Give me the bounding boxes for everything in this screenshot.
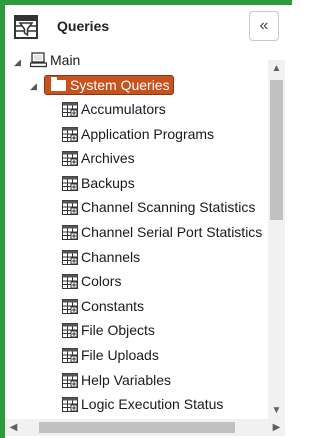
panel-title: Queries xyxy=(57,18,110,34)
collapse-panel-button[interactable]: « xyxy=(249,11,279,41)
expand-system-queries-icon[interactable]: ◢ xyxy=(30,81,37,92)
scroll-right-icon[interactable]: ▶ xyxy=(268,419,285,436)
tree-node-query[interactable]: Constants xyxy=(62,295,144,317)
tree-node-query[interactable]: Accumulators xyxy=(62,98,166,120)
tree-node-label: Backups xyxy=(81,175,135,191)
tree-node-query[interactable]: Colors xyxy=(62,270,121,292)
tree-node-label: File Objects xyxy=(81,322,155,338)
tree-node-label: Logic Execution Status xyxy=(81,396,224,412)
tree-node-label: Accumulators xyxy=(81,101,166,117)
tree-node-label: Help Variables xyxy=(81,372,172,388)
tree-node-label: Channels xyxy=(81,249,141,265)
query-table-icon xyxy=(62,199,78,215)
tree-node-main[interactable]: Main xyxy=(30,49,80,71)
tree-node-query[interactable]: Backups xyxy=(62,172,135,194)
computer-icon xyxy=(30,52,47,68)
tree-node-query[interactable]: File Objects xyxy=(62,319,155,341)
query-table-icon xyxy=(62,396,78,412)
tree-node-query[interactable]: Help Variables xyxy=(62,369,171,391)
tree-node-query[interactable]: Logic Execution Status xyxy=(62,393,223,415)
tree-node-label: Application Programs xyxy=(81,126,215,142)
query-table-icon xyxy=(62,150,78,166)
tree-node-system-queries[interactable]: System Queries xyxy=(44,75,174,95)
query-table-icon xyxy=(62,372,78,388)
query-table-icon xyxy=(62,224,78,240)
expand-main-icon[interactable]: ◢ xyxy=(14,57,21,68)
panel-header: Queries « xyxy=(5,5,292,47)
horizontal-scroll-thumb[interactable] xyxy=(39,422,235,433)
tree-node-label: System Queries xyxy=(70,77,170,93)
queries-filter-icon xyxy=(14,15,38,39)
query-table-icon xyxy=(62,249,78,265)
tree-node-query[interactable]: Archives xyxy=(62,147,135,169)
query-table-icon xyxy=(62,175,78,191)
query-table-icon xyxy=(62,298,78,314)
vertical-scrollbar[interactable]: ▲ ▼ xyxy=(268,60,285,419)
tree-node-label: Archives xyxy=(81,150,135,166)
tree-node-query[interactable]: Channels xyxy=(62,246,140,268)
tree-node-label: Main xyxy=(50,52,81,68)
tree-node-query[interactable]: Channel Scanning Statistics xyxy=(62,196,255,218)
tree-node-label: File Uploads xyxy=(81,347,159,363)
tree-node-label: Colors xyxy=(81,273,122,289)
query-table-icon xyxy=(62,101,78,117)
tree-node-query[interactable]: Application Programs xyxy=(62,123,214,145)
horizontal-scrollbar[interactable]: ◀ ▶ xyxy=(5,419,285,436)
query-table-icon xyxy=(62,347,78,363)
tree-node-label: Channel Serial Port Statistics xyxy=(81,224,263,240)
query-table-icon xyxy=(62,126,78,142)
query-table-icon xyxy=(62,322,78,338)
folder-icon xyxy=(51,76,66,91)
vertical-scroll-thumb[interactable] xyxy=(270,80,283,220)
scroll-up-icon[interactable]: ▲ xyxy=(268,60,285,77)
tree-node-label: Channel Scanning Statistics xyxy=(81,199,256,215)
scroll-down-icon[interactable]: ▼ xyxy=(268,402,285,419)
tree-node-query[interactable]: Channel Serial Port Statistics xyxy=(62,221,262,243)
query-table-icon xyxy=(62,273,78,289)
tree-node-query[interactable]: File Uploads xyxy=(62,344,159,366)
tree-node-label: Constants xyxy=(81,298,145,314)
query-tree: ◢ Main ◢ System Queries Accumulators Appl… xyxy=(5,47,268,419)
scroll-left-icon[interactable]: ◀ xyxy=(5,419,22,436)
